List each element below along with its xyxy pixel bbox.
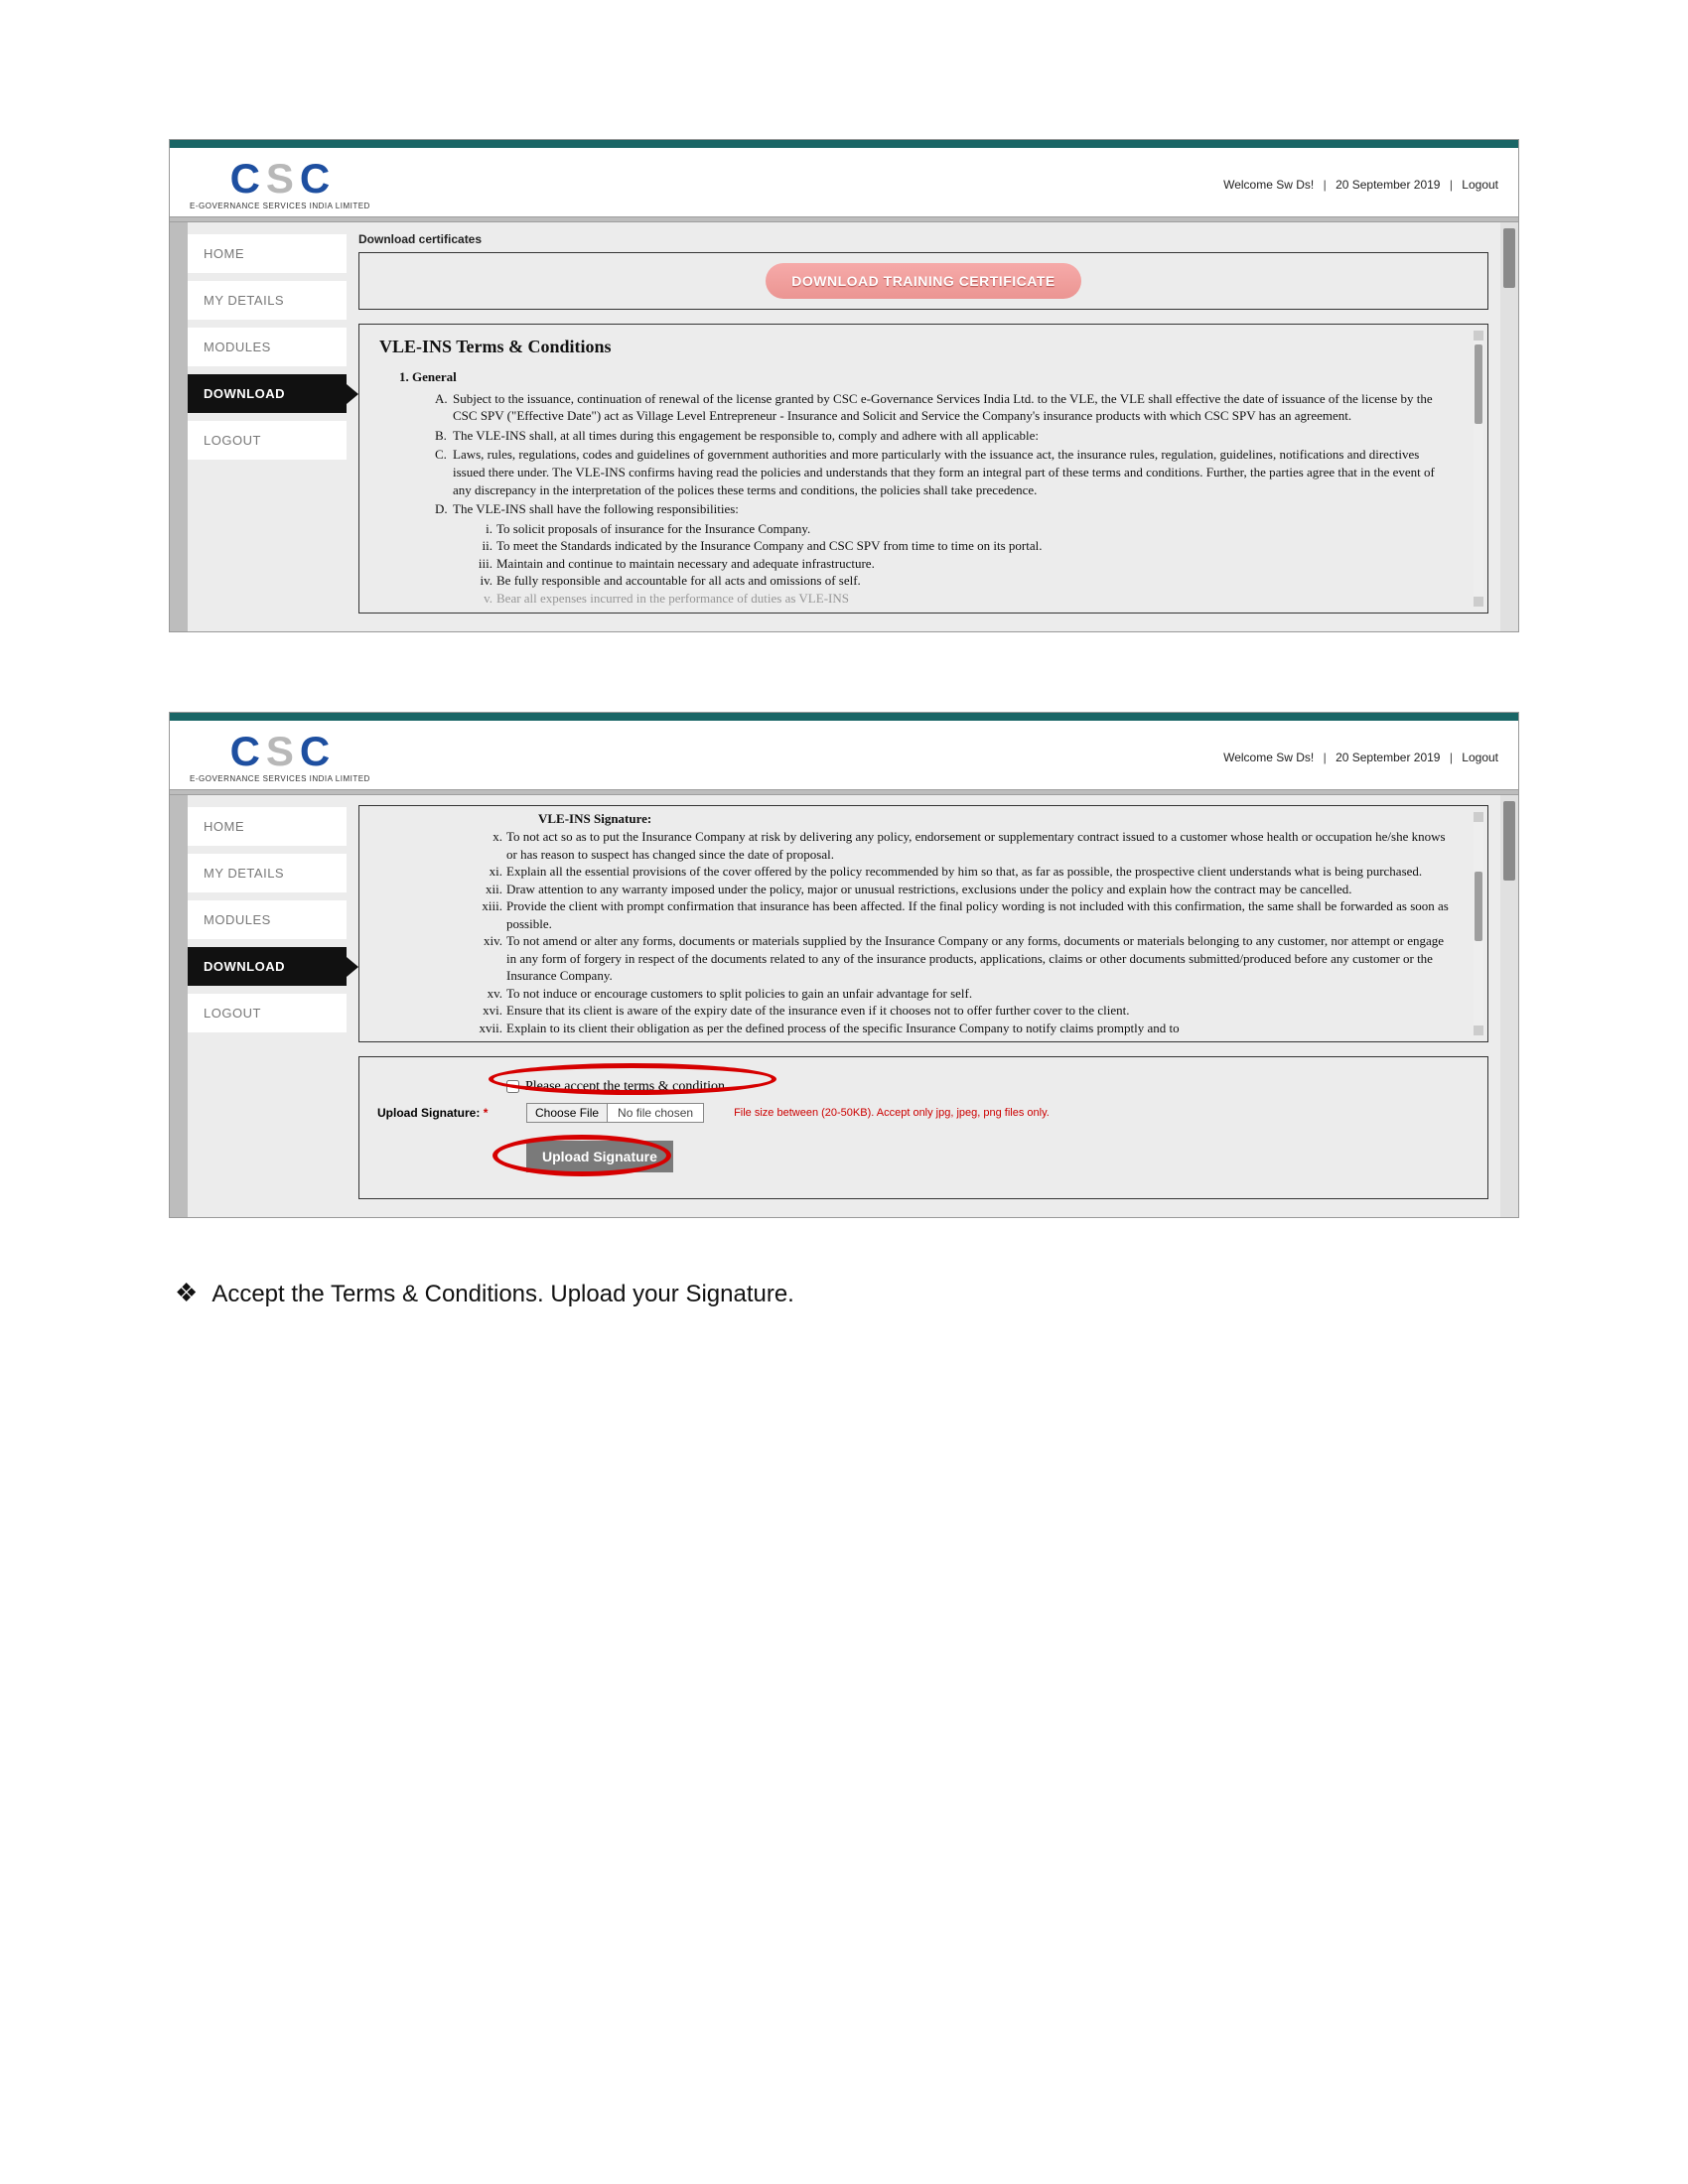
sidebar-item-logout[interactable]: LOGOUT bbox=[188, 994, 347, 1032]
terms-a: Subject to the issuance, continuation of… bbox=[453, 390, 1454, 425]
download-training-certificate-button[interactable]: DOWNLOAD TRAINING CERTIFICATE bbox=[766, 263, 1080, 299]
terms-scrollbar[interactable] bbox=[1474, 331, 1483, 607]
left-gutter bbox=[170, 795, 188, 1216]
terms-b: The VLE-INS shall, at all times during t… bbox=[453, 427, 1039, 445]
logo: C S C E-GOVERNANCE SERVICES INDIA LIMITE… bbox=[190, 158, 370, 210]
outer-scrollbar-top[interactable] bbox=[1500, 222, 1518, 631]
logout-link[interactable]: Logout bbox=[1462, 751, 1498, 764]
accept-terms-label: Please accept the terms & condition bbox=[525, 1079, 725, 1095]
terms-c: Laws, rules, regulations, codes and guid… bbox=[453, 446, 1454, 498]
sidebar-item-modules[interactable]: MODULES bbox=[188, 900, 347, 939]
logo-subtitle: E-GOVERNANCE SERVICES INDIA LIMITED bbox=[190, 774, 370, 783]
instruction-line: ❖ Accept the Terms & Conditions. Upload … bbox=[169, 1278, 1519, 1308]
sidebar-item-home[interactable]: HOME bbox=[188, 234, 347, 273]
terms-x: To not act so as to put the Insurance Co… bbox=[506, 828, 1454, 863]
certificate-box: DOWNLOAD TRAINING CERTIFICATE bbox=[358, 252, 1488, 310]
screenshot-bottom: C S C E-GOVERNANCE SERVICES INDIA LIMITE… bbox=[169, 712, 1519, 1217]
left-gutter bbox=[170, 222, 188, 631]
upload-signature-button[interactable]: Upload Signature bbox=[526, 1141, 673, 1172]
terms-d-i: To solicit proposals of insurance for th… bbox=[496, 520, 810, 538]
top-stripe bbox=[170, 140, 1518, 148]
logo-letter-c2: C bbox=[298, 158, 332, 200]
welcome-text: Welcome Sw Ds! bbox=[1223, 751, 1314, 764]
bullet-icon: ❖ bbox=[175, 1278, 198, 1308]
file-chosen-text: No file chosen bbox=[608, 1104, 703, 1122]
file-size-note: File size between (20-50KB). Accept only… bbox=[734, 1107, 1050, 1119]
terms-xiv: To not amend or alter any forms, documen… bbox=[506, 932, 1454, 985]
choose-file-button[interactable]: Choose File bbox=[527, 1104, 608, 1122]
file-input[interactable]: Choose File No file chosen bbox=[526, 1103, 704, 1123]
terms-xi: Explain all the essential provisions of … bbox=[506, 863, 1422, 881]
terms-d-iv: Be fully responsible and accountable for… bbox=[496, 572, 861, 590]
upload-signature-label: Upload Signature: * bbox=[377, 1106, 526, 1120]
header: C S C E-GOVERNANCE SERVICES INDIA LIMITE… bbox=[170, 148, 1518, 216]
main-content-top: Download certificates DOWNLOAD TRAINING … bbox=[347, 222, 1500, 631]
sidebar: HOME MY DETAILS MODULES DOWNLOAD LOGOUT bbox=[188, 222, 347, 631]
logout-link[interactable]: Logout bbox=[1462, 178, 1498, 192]
terms-box-scrolled: VLE-INS Signature: x.To not act so as to… bbox=[358, 805, 1488, 1041]
sidebar-item-download[interactable]: DOWNLOAD bbox=[188, 947, 347, 986]
terms-title: VLE-INS Terms & Conditions bbox=[379, 335, 1454, 358]
terms-d-ii: To meet the Standards indicated by the I… bbox=[496, 537, 1042, 555]
instruction-text: Accept the Terms & Conditions. Upload yo… bbox=[211, 1281, 794, 1308]
terms-scrollbar[interactable] bbox=[1474, 812, 1483, 1034]
sidebar: HOME MY DETAILS MODULES DOWNLOAD LOGOUT bbox=[188, 795, 347, 1216]
accept-terms-checkbox[interactable] bbox=[506, 1080, 519, 1093]
terms-xiii: Provide the client with prompt confirmat… bbox=[506, 897, 1454, 932]
sidebar-item-logout[interactable]: LOGOUT bbox=[188, 421, 347, 460]
sidebar-item-mydetails[interactable]: MY DETAILS bbox=[188, 854, 347, 892]
logo-letter-c1: C bbox=[228, 731, 262, 772]
terms-d: The VLE-INS shall have the following res… bbox=[453, 500, 739, 518]
sidebar-item-home[interactable]: HOME bbox=[188, 807, 347, 846]
terms-xvi: Ensure that its client is aware of the e… bbox=[506, 1002, 1130, 1020]
logo-letter-c1: C bbox=[228, 158, 262, 200]
sidebar-item-mydetails[interactable]: MY DETAILS bbox=[188, 281, 347, 320]
logo-letter-s: S bbox=[264, 158, 296, 200]
main-content-bottom: VLE-INS Signature: x.To not act so as to… bbox=[347, 795, 1500, 1216]
logo-letter-c2: C bbox=[298, 731, 332, 772]
terms-xii: Draw attention to any warranty imposed u… bbox=[506, 881, 1351, 898]
welcome-text: Welcome Sw Ds! bbox=[1223, 178, 1314, 192]
header-date: 20 September 2019 bbox=[1336, 751, 1440, 764]
sidebar-item-modules[interactable]: MODULES bbox=[188, 328, 347, 366]
terms-box: VLE-INS Terms & Conditions 1. General A.… bbox=[358, 324, 1488, 614]
top-stripe bbox=[170, 713, 1518, 721]
download-certificates-title: Download certificates bbox=[358, 232, 1488, 246]
vleins-signature-heading: VLE-INS Signature: bbox=[538, 810, 1454, 828]
terms-xvii: Explain to its client their obligation a… bbox=[506, 1020, 1180, 1037]
header-date: 20 September 2019 bbox=[1336, 178, 1440, 192]
header: C S C E-GOVERNANCE SERVICES INDIA LIMITE… bbox=[170, 721, 1518, 789]
terms-d-v-partial: Bear all expenses incurred in the perfor… bbox=[496, 590, 849, 608]
upload-box: Please accept the terms & condition Uplo… bbox=[358, 1056, 1488, 1199]
terms-section-general: 1. General bbox=[399, 368, 1454, 386]
header-right: Welcome Sw Ds! | 20 September 2019 | Log… bbox=[1223, 178, 1498, 192]
logo-letter-s: S bbox=[264, 731, 296, 772]
screenshot-top: C S C E-GOVERNANCE SERVICES INDIA LIMITE… bbox=[169, 139, 1519, 632]
outer-scrollbar-bottom[interactable] bbox=[1500, 795, 1518, 1216]
sidebar-item-download[interactable]: DOWNLOAD bbox=[188, 374, 347, 413]
logo-subtitle: E-GOVERNANCE SERVICES INDIA LIMITED bbox=[190, 202, 370, 210]
header-right: Welcome Sw Ds! | 20 September 2019 | Log… bbox=[1223, 751, 1498, 764]
terms-xv: To not induce or encourage customers to … bbox=[506, 985, 972, 1003]
logo: C S C E-GOVERNANCE SERVICES INDIA LIMITE… bbox=[190, 731, 370, 783]
terms-d-iii: Maintain and continue to maintain necess… bbox=[496, 555, 875, 573]
